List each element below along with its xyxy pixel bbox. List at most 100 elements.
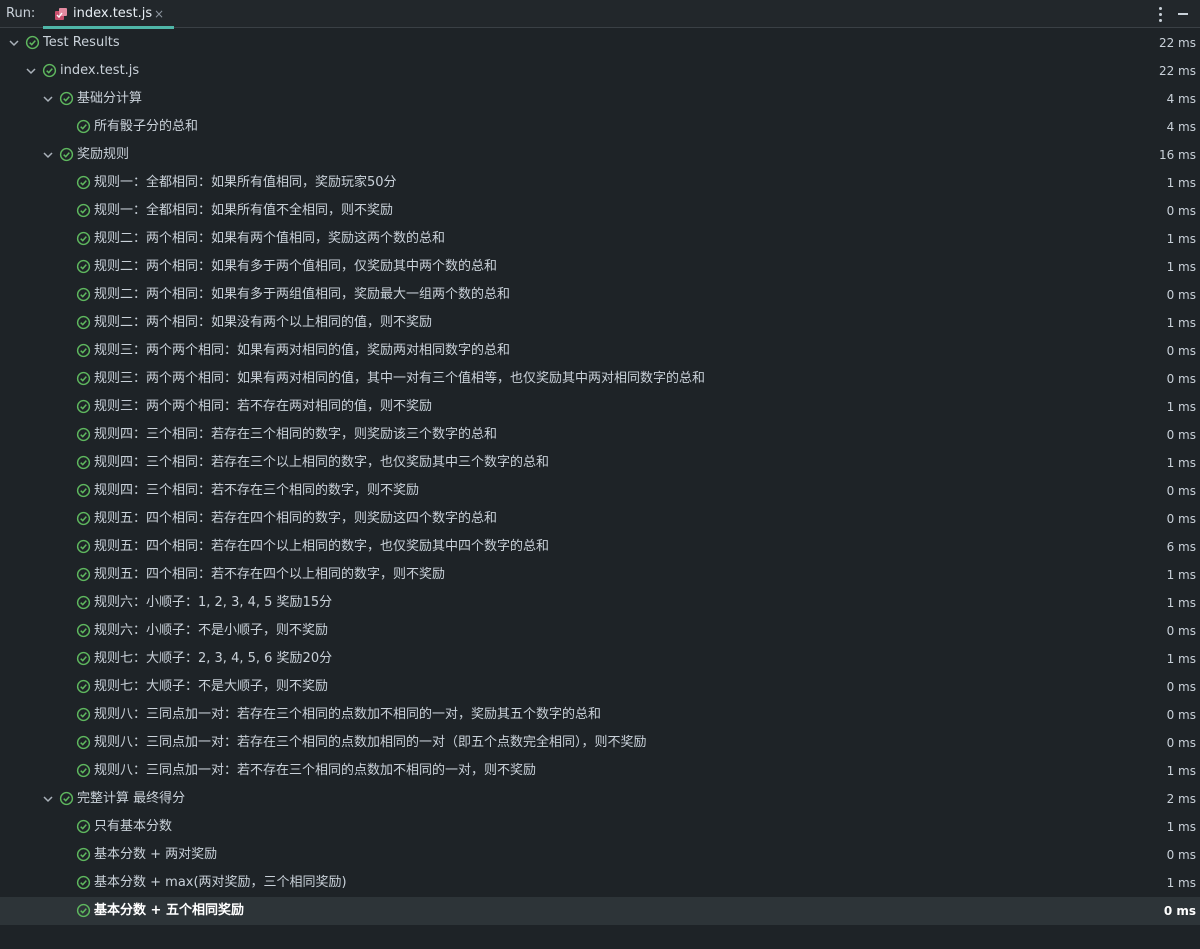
passed-check-icon [25,35,40,50]
test-name: 规则二：两个相同：如果有多于两组值相同，奖励最大一组两个数的总和 [94,287,511,302]
test-name: 规则四：三个相同：若存在三个以上相同的数字，也仅奖励其中三个数字的总和 [94,455,550,470]
test-name: 规则二：两个相同：如果有多于两个值相同，仅奖励其中两个数的总和 [94,259,498,274]
tree-group-row[interactable]: 基础分计算 4 ms [0,85,1200,113]
tree-test-row[interactable]: 规则二：两个相同：如果有多于两组值相同，奖励最大一组两个数的总和 0 ms [0,281,1200,309]
tree-test-row[interactable]: 规则八：三同点加一对：若不存在三个相同的点数加不相同的一对，则不奖励 1 ms [0,757,1200,785]
tree-test-row[interactable]: 规则五：四个相同：若存在四个以上相同的数字，也仅奖励其中四个数字的总和 6 ms [0,533,1200,561]
passed-check-icon [76,427,91,442]
tree-test-row[interactable]: 规则三：两个两个相同：如果有两对相同的值，其中一对有三个值相等，也仅奖励其中两对… [0,365,1200,393]
tree-test-row[interactable]: 规则三：两个两个相同：如果有两对相同的值，奖励两对相同数字的总和 0 ms [0,337,1200,365]
tree-test-row[interactable]: 规则三：两个两个相同：若不存在两对相同的值，则不奖励 1 ms [0,393,1200,421]
test-name: 规则八：三同点加一对：若不存在三个相同的点数加不相同的一对，则不奖励 [94,763,537,778]
test-duration: 0 ms [1166,288,1196,302]
test-duration: 1 ms [1166,176,1196,190]
test-duration: 1 ms [1166,400,1196,414]
test-duration: 1 ms [1166,568,1196,582]
tree-test-row[interactable]: 规则二：两个相同：如果有多于两个值相同，仅奖励其中两个数的总和 1 ms [0,253,1200,281]
test-name: 规则六：小顺子：不是小顺子，则不奖励 [94,623,329,638]
test-duration: 0 ms [1166,624,1196,638]
minimize-icon[interactable] [1178,13,1188,15]
chevron-down-icon[interactable] [42,149,54,161]
test-name: 规则二：两个相同：如果有两个值相同，奖励这两个数的总和 [94,231,446,246]
passed-check-icon [76,175,91,190]
tree-group-row[interactable]: Test Results 22 ms [0,29,1200,57]
tree-test-row[interactable]: 规则五：四个相同：若存在四个相同的数字，则奖励这四个数字的总和 0 ms [0,505,1200,533]
passed-check-icon [76,511,91,526]
passed-check-icon [76,259,91,274]
tree-test-row[interactable]: 规则七：大顺子：不是大顺子，则不奖励 0 ms [0,673,1200,701]
test-duration: 1 ms [1166,764,1196,778]
tree-test-row[interactable]: 规则四：三个相同：若存在三个相同的数字，则奖励该三个数字的总和 0 ms [0,421,1200,449]
passed-check-icon [59,791,74,806]
test-duration: 0 ms [1166,428,1196,442]
test-duration: 1 ms [1166,260,1196,274]
tree-test-row[interactable]: 规则二：两个相同：如果没有两个以上相同的值，则不奖励 1 ms [0,309,1200,337]
passed-check-icon [76,903,91,918]
test-duration: 0 ms [1166,512,1196,526]
tree-test-row[interactable]: 规则一：全都相同：如果所有值相同，奖励玩家50分 1 ms [0,169,1200,197]
passed-check-icon [76,399,91,414]
test-name: 规则五：四个相同：若存在四个以上相同的数字，也仅奖励其中四个数字的总和 [94,539,550,554]
test-duration: 4 ms [1166,92,1196,106]
test-name: 规则五：四个相同：若不存在四个以上相同的数字，则不奖励 [94,567,446,582]
test-duration: 6 ms [1166,540,1196,554]
tree-test-row[interactable]: 基本分数 + max(两对奖励，三个相同奖励) 1 ms [0,869,1200,897]
passed-check-icon [76,875,91,890]
tree-test-row[interactable]: 规则六：小顺子：1, 2, 3, 4, 5 奖励15分 1 ms [0,589,1200,617]
tree-test-row[interactable]: 规则八：三同点加一对：若存在三个相同的点数加相同的一对（即五个点数完全相同），则… [0,729,1200,757]
js-test-file-icon [55,8,67,20]
test-name: 规则一：全都相同：如果所有值不全相同，则不奖励 [94,203,394,218]
tree-test-row[interactable]: 规则五：四个相同：若不存在四个以上相同的数字，则不奖励 1 ms [0,561,1200,589]
tree-test-row[interactable]: 所有骰子分的总和 4 ms [0,113,1200,141]
tree-test-row[interactable]: 基本分数 + 五个相同奖励 0 ms [0,897,1200,925]
test-duration: 0 ms [1166,344,1196,358]
test-duration: 1 ms [1166,232,1196,246]
test-name: 规则四：三个相同：若存在三个相同的数字，则奖励该三个数字的总和 [94,427,498,442]
passed-check-icon [76,707,91,722]
passed-check-icon [76,651,91,666]
passed-check-icon [76,371,91,386]
passed-check-icon [59,91,74,106]
tree-test-row[interactable]: 规则四：三个相同：若存在三个以上相同的数字，也仅奖励其中三个数字的总和 1 ms [0,449,1200,477]
test-name: Test Results [43,35,120,50]
test-name: 规则六：小顺子：1, 2, 3, 4, 5 奖励15分 [94,595,333,610]
run-toolbar: Run: index.test.js × [0,0,1200,29]
test-duration: 1 ms [1166,316,1196,330]
tree-group-row[interactable]: index.test.js 22 ms [0,57,1200,85]
tree-test-row[interactable]: 规则四：三个相同：若不存在三个相同的数字，则不奖励 0 ms [0,477,1200,505]
passed-check-icon [76,539,91,554]
more-vertical-icon[interactable] [1153,4,1167,24]
tree-test-row[interactable]: 规则六：小顺子：不是小顺子，则不奖励 0 ms [0,617,1200,645]
tree-group-row[interactable]: 完整计算 最终得分 2 ms [0,785,1200,813]
passed-check-icon [76,847,91,862]
test-name: 规则四：三个相同：若不存在三个相同的数字，则不奖励 [94,483,420,498]
passed-check-icon [76,483,91,498]
tree-test-row[interactable]: 只有基本分数 1 ms [0,813,1200,841]
passed-check-icon [76,343,91,358]
test-name: 基本分数 + 五个相同奖励 [94,903,244,918]
tab-index-test-js[interactable]: index.test.js × [43,0,174,29]
test-duration: 22 ms [1158,64,1196,78]
run-label: Run: [6,6,36,21]
test-name: 奖励规则 [77,147,130,162]
close-icon[interactable]: × [154,0,164,28]
test-name: 规则二：两个相同：如果没有两个以上相同的值，则不奖励 [94,315,433,330]
chevron-down-icon[interactable] [25,65,37,77]
test-name: 基础分计算 [77,91,143,106]
chevron-down-icon[interactable] [42,93,54,105]
passed-check-icon [42,63,57,78]
passed-check-icon [76,119,91,134]
tree-test-row[interactable]: 规则二：两个相同：如果有两个值相同，奖励这两个数的总和 1 ms [0,225,1200,253]
test-duration: 1 ms [1166,652,1196,666]
tree-test-row[interactable]: 规则一：全都相同：如果所有值不全相同，则不奖励 0 ms [0,197,1200,225]
chevron-down-icon[interactable] [42,793,54,805]
tree-test-row[interactable]: 规则八：三同点加一对：若存在三个相同的点数加不相同的一对，奖励其五个数字的总和 0… [0,701,1200,729]
passed-check-icon [76,763,91,778]
test-duration: 0 ms [1166,848,1196,862]
chevron-down-icon[interactable] [8,37,20,49]
passed-check-icon [76,595,91,610]
tree-test-row[interactable]: 基本分数 + 两对奖励 0 ms [0,841,1200,869]
test-duration: 22 ms [1158,36,1196,50]
tree-group-row[interactable]: 奖励规则 16 ms [0,141,1200,169]
tree-test-row[interactable]: 规则七：大顺子：2, 3, 4, 5, 6 奖励20分 1 ms [0,645,1200,673]
